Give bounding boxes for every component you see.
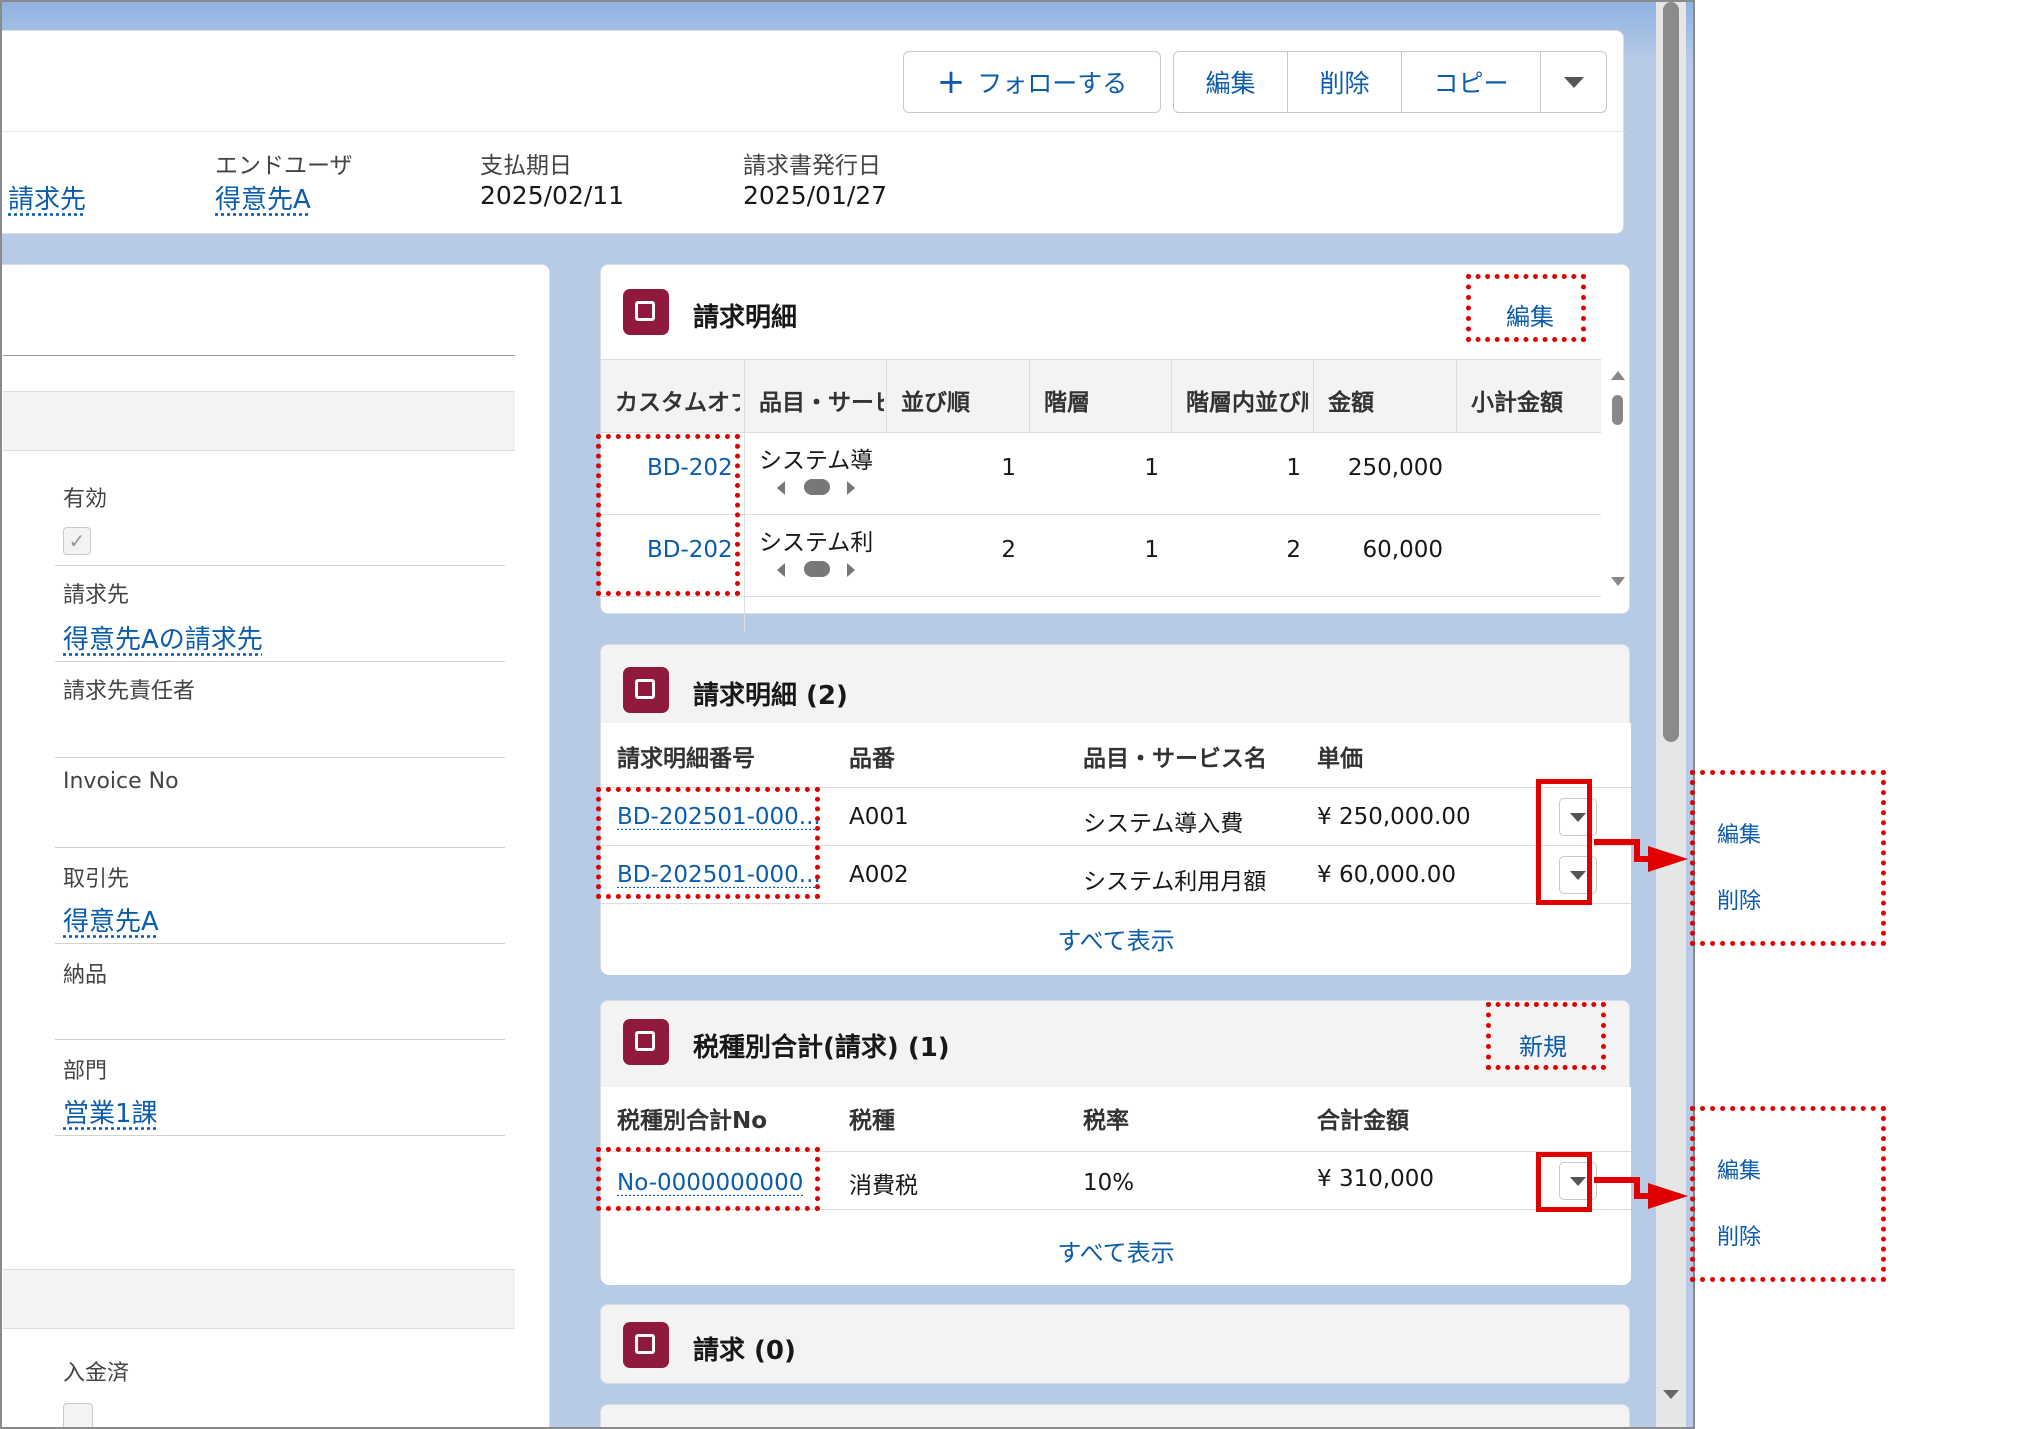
row-level: 1 <box>1144 455 1159 481</box>
table-scrollbar[interactable] <box>1609 371 1625 591</box>
callout-edit: 編集 <box>1717 823 1762 848</box>
account-link[interactable]: 得意先A <box>63 901 159 938</box>
invoice-no-label: Invoice No <box>63 769 179 794</box>
row-amount: 250,000 <box>1347 455 1443 481</box>
col-line-number: 請求明細番号 <box>617 746 755 772</box>
billto-person-label: 請求先責任者 <box>63 679 196 704</box>
header-duedate-value: 2025/02/11 <box>480 181 625 210</box>
view-all-link[interactable]: すべて表示 <box>601 1233 1631 1268</box>
detail-panel: 有効 ✓ 請求先 得意先Aの請求先 請求先責任者 Invoice No 取引先 … <box>2 264 550 1427</box>
dept-label: 部門 <box>63 1059 108 1084</box>
callout-menu-2: 編集 削除 <box>1690 1106 1886 1282</box>
callout-menu-1: 編集 削除 <box>1690 770 1886 946</box>
account-label: 取引先 <box>63 867 130 892</box>
view-all-link[interactable]: すべて表示 <box>601 921 1631 956</box>
annotation-new-button <box>1486 1002 1606 1070</box>
tax-totals-card: 税種別合計(請求) (1) 新規 税種別合計No 税種 税率 合計金額 No-0… <box>600 1000 1631 1285</box>
billto-label: 請求先 <box>63 583 130 608</box>
line-price: ¥ 250,000.00 <box>1317 804 1471 830</box>
header-actions: + フォローする 編集 削除 コピー <box>903 51 1607 113</box>
related-list-icon <box>623 1322 669 1368</box>
row-name: システム利 <box>759 530 874 556</box>
annotation-line-menus <box>1536 779 1592 905</box>
tax-totals-title: 税種別合計(請求) (1) <box>693 1033 950 1063</box>
table-row: BD-202 システム導 1 1 1 250,000 <box>601 433 1601 515</box>
invoices-card: 請求 (0) <box>600 1304 1630 1384</box>
line-price: ¥ 60,000.00 <box>1317 862 1456 888</box>
tax-rate: 10% <box>1083 1170 1135 1196</box>
section-header <box>3 1269 515 1329</box>
col-item-name: 品目・サービス名 <box>1083 746 1267 772</box>
row-inner: 2 <box>1286 537 1301 563</box>
row-level: 1 <box>1144 537 1159 563</box>
tax-type: 消費税 <box>849 1173 918 1199</box>
annotation-line-ids <box>596 787 820 899</box>
col-amount: 金額 <box>1328 390 1374 416</box>
header-enduser-label: エンドユーザ <box>215 153 353 179</box>
app-window: + フォローする 編集 削除 コピー 請求先 エンドユーザ 得意先A 支払期日 … <box>0 0 1695 1429</box>
editable-list-title: 請求明細 <box>693 303 798 333</box>
row-order: 1 <box>1001 455 1016 481</box>
active-label: 有効 <box>63 487 108 512</box>
paid-checkbox <box>63 1403 93 1427</box>
invoices-title: 請求 (0) <box>693 1336 796 1366</box>
line-name: システム導入費 <box>1083 811 1244 837</box>
row-name: システム導 <box>759 448 874 474</box>
plus-icon: + <box>936 62 966 102</box>
row-inner: 1 <box>1286 455 1301 481</box>
row-amount: 60,000 <box>1362 537 1443 563</box>
callout-edit: 編集 <box>1717 1159 1762 1184</box>
follow-button[interactable]: + フォローする <box>903 51 1161 113</box>
chevron-down-icon <box>1563 76 1584 88</box>
callout-delete: 削除 <box>1717 889 1762 914</box>
related-list-icon <box>623 667 669 713</box>
delete-button[interactable]: 削除 <box>1287 51 1402 113</box>
col-total-amount: 合計金額 <box>1317 1108 1409 1134</box>
col-tax-rate: 税率 <box>1083 1108 1129 1134</box>
edit-button[interactable]: 編集 <box>1173 51 1288 113</box>
col-tax-type: 税種 <box>849 1108 895 1134</box>
line-name: システム利用月額 <box>1083 869 1267 895</box>
col-inner-order: 階層内並び順 <box>1186 390 1308 416</box>
col-subtotal: 小計金額 <box>1471 390 1563 416</box>
annotation-tax-ids <box>596 1147 820 1211</box>
col-item-service: 品目・サービ <box>759 390 884 416</box>
header-enduser-link[interactable]: 得意先A <box>215 179 311 216</box>
table-row: BD-202 システム利 2 1 2 60,000 <box>601 515 1601 597</box>
page-scrollbar[interactable] <box>1656 2 1686 1427</box>
col-item-code: 品番 <box>849 746 895 772</box>
tax-total: ¥ 310,000 <box>1317 1166 1435 1192</box>
record-header: + フォローする 編集 削除 コピー 請求先 エンドユーザ 得意先A 支払期日 … <box>2 30 1625 234</box>
row-scroller[interactable] <box>777 559 867 579</box>
related-list-icon <box>623 1019 669 1065</box>
col-custom-object: カスタムオブ <box>615 390 740 416</box>
col-level: 階層 <box>1044 390 1090 416</box>
delivery-label: 納品 <box>63 963 108 988</box>
more-actions-button[interactable] <box>1540 51 1607 113</box>
active-checkbox: ✓ <box>63 527 91 555</box>
paid-label: 入金済 <box>63 1361 130 1386</box>
annotation-editable-ids <box>596 434 740 596</box>
copy-button[interactable]: コピー <box>1401 51 1541 113</box>
annotation-list-edit <box>1466 274 1586 342</box>
next-card <box>600 1404 1630 1427</box>
col-order: 並び順 <box>901 390 970 416</box>
related-lines-title: 請求明細 (2) <box>693 681 848 711</box>
row-scroller[interactable] <box>777 477 867 497</box>
billto-link[interactable]: 得意先Aの請求先 <box>63 619 263 656</box>
callout-delete: 削除 <box>1717 1225 1762 1250</box>
header-issuedate-label: 請求書発行日 <box>743 153 881 179</box>
col-tax-total-no: 税種別合計No <box>617 1108 768 1134</box>
line-code: A001 <box>849 804 909 830</box>
related-list-icon <box>623 289 669 335</box>
section-header <box>3 391 515 451</box>
header-duedate-label: 支払期日 <box>480 153 572 179</box>
header-issuedate-value: 2025/01/27 <box>743 181 888 210</box>
dept-link[interactable]: 営業1課 <box>63 1093 158 1130</box>
col-unit-price: 単価 <box>1317 746 1363 772</box>
annotation-tax-menu <box>1536 1152 1592 1212</box>
line-code: A002 <box>849 862 909 888</box>
row-order: 2 <box>1001 537 1016 563</box>
header-billto-link[interactable]: 請求先 <box>8 179 86 216</box>
